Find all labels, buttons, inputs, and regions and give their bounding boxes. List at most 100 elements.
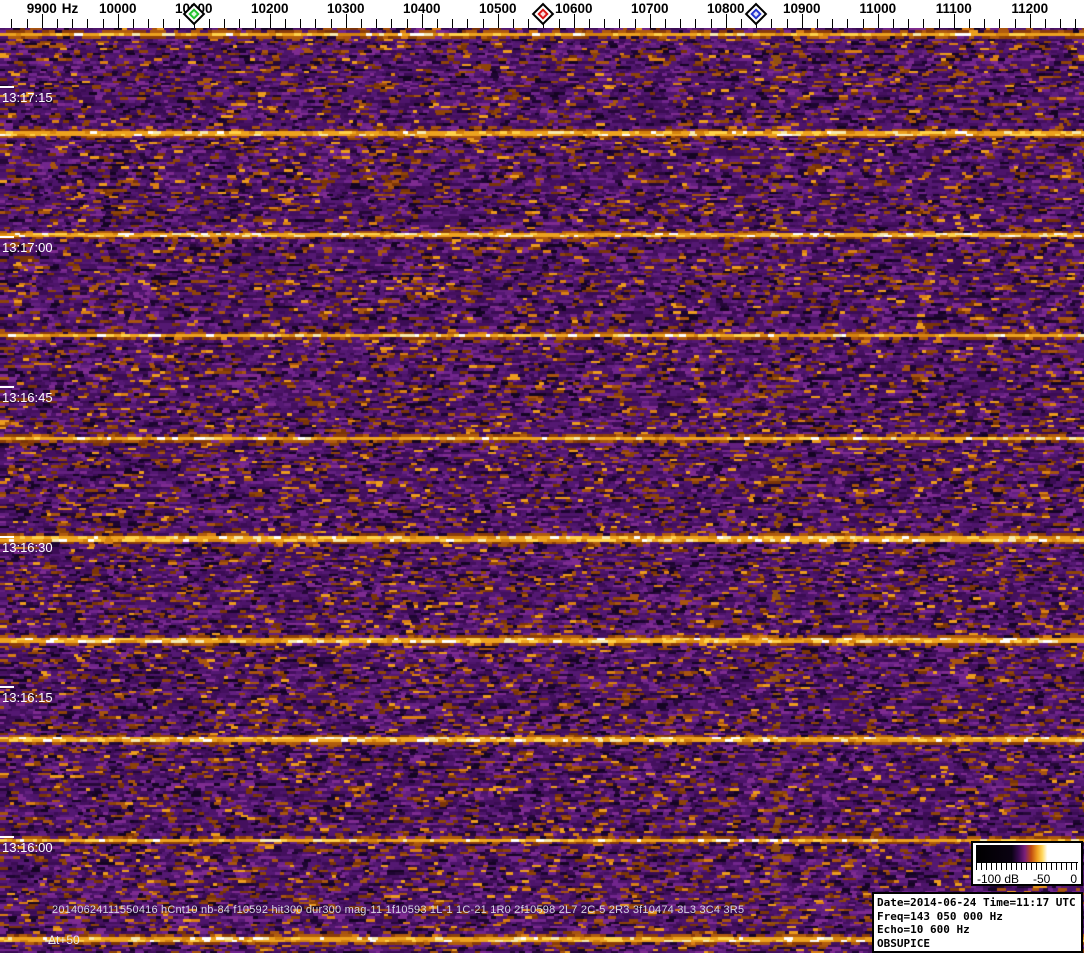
axis-major-tick — [41, 14, 43, 28]
axis-label: 10300 — [327, 1, 365, 16]
axis-minor-tick — [467, 19, 469, 28]
axis-minor-tick — [680, 19, 682, 28]
axis-minor-tick — [361, 19, 362, 28]
axis-minor-tick — [148, 19, 150, 28]
axis-minor-tick — [908, 19, 910, 28]
axis-minor-tick — [786, 19, 788, 28]
axis-minor-tick — [923, 19, 925, 28]
axis-minor-tick — [285, 19, 286, 28]
axis-minor-tick — [619, 19, 621, 28]
blue-freq-marker-icon[interactable] — [744, 2, 768, 26]
time-tick — [0, 86, 14, 88]
axis-major-tick — [953, 14, 955, 28]
legend-label-mid: -50 — [1033, 872, 1051, 886]
axis-minor-tick — [969, 19, 970, 28]
axis-minor-tick — [695, 19, 697, 28]
time-tick — [0, 536, 14, 538]
axis-label: 10800 — [707, 1, 745, 16]
axis-minor-tick — [26, 19, 28, 28]
axis-label: 10200 — [251, 1, 289, 16]
axis-minor-tick — [224, 19, 226, 28]
axis-minor-tick — [741, 19, 742, 28]
axis-minor-tick — [315, 19, 317, 28]
axis-minor-tick — [999, 19, 1001, 28]
spectrogram-canvas — [0, 28, 1084, 953]
axis-minor-tick — [209, 19, 210, 28]
axis-minor-tick — [1014, 19, 1016, 28]
station-info-box: Date=2014-06-24 Time=11:17 UTC Freq=143 … — [872, 892, 1083, 953]
axis-minor-tick — [72, 19, 74, 28]
time-label: 13:16:45 — [2, 390, 53, 405]
legend-tick-row — [976, 862, 1078, 872]
axis-minor-tick — [513, 19, 514, 28]
axis-minor-tick — [376, 19, 378, 28]
axis-major-tick — [497, 14, 499, 28]
axis-label: 10600 — [555, 1, 593, 16]
axis-label: 10400 — [403, 1, 441, 16]
legend-labels: -100 dB -50 0 — [973, 872, 1081, 886]
axis-minor-tick — [87, 19, 89, 28]
axis-label: 11000 — [859, 1, 897, 16]
red-freq-marker-icon[interactable] — [532, 2, 555, 26]
axis-label: 10500 — [479, 1, 517, 16]
axis-major-tick — [573, 14, 575, 28]
axis-minor-tick — [984, 19, 986, 28]
detection-info-text: 20140624111550416 hCnt10 nb-84 f10592 hi… — [52, 904, 745, 916]
axis-minor-tick — [254, 19, 256, 28]
axis-label: 9900 — [26, 1, 57, 16]
axis-label: 10900 — [783, 1, 821, 16]
legend-gradient-bar — [976, 845, 1078, 862]
time-tick — [0, 386, 14, 388]
meteor-spectrogram-app: 9900100001010010200103001040010500106001… — [0, 0, 1084, 953]
time-label: 13:17:00 — [2, 240, 53, 255]
legend-label-min: -100 dB — [977, 872, 1020, 886]
axis-minor-tick — [710, 19, 712, 28]
axis-minor-tick — [862, 19, 864, 28]
axis-minor-tick — [1075, 19, 1077, 28]
time-label: 13:17:15 — [2, 90, 53, 105]
info-line-station: OBSUPICE — [877, 936, 930, 950]
time-label: 13:16:15 — [2, 690, 53, 705]
axis-label: 11100 — [935, 1, 972, 16]
axis-minor-tick — [893, 19, 894, 28]
axis-minor-tick — [938, 19, 940, 28]
axis-minor-tick — [665, 19, 666, 28]
legend-label-max: 0 — [1070, 872, 1077, 886]
axis-minor-tick — [406, 19, 408, 28]
axis-minor-tick — [437, 19, 438, 28]
axis-minor-tick — [634, 19, 636, 28]
axis-major-tick — [649, 14, 651, 28]
axis-minor-tick — [239, 19, 241, 28]
axis-minor-tick — [771, 19, 773, 28]
axis-minor-tick — [847, 19, 849, 28]
axis-minor-tick — [452, 19, 454, 28]
time-tick — [0, 836, 14, 838]
intensity-legend: -100 dB -50 0 — [971, 841, 1083, 886]
axis-major-tick — [269, 14, 271, 28]
axis-minor-tick — [178, 19, 180, 28]
info-line-date: Date=2014-06-24 Time=11:17 UTC — [877, 896, 1076, 909]
axis-minor-tick — [817, 19, 818, 28]
info-line-freq: Freq=143 050 000 Hz — [877, 909, 1003, 923]
axis-minor-tick — [558, 19, 560, 28]
axis-major-tick — [801, 14, 803, 28]
axis-unit-label: Hz — [61, 1, 79, 16]
axis-label: 11200 — [1011, 1, 1049, 16]
axis-major-tick — [1029, 14, 1031, 28]
axis-major-tick — [117, 14, 119, 28]
axis-minor-tick — [391, 19, 393, 28]
axis-minor-tick — [482, 19, 484, 28]
time-label: 13:16:00 — [2, 840, 53, 855]
info-line-echo: Echo=10 600 Hz — [877, 923, 970, 936]
axis-minor-tick — [528, 19, 530, 28]
axis-major-tick — [421, 14, 423, 28]
time-tick — [0, 686, 14, 688]
axis-label: 10000 — [99, 1, 137, 16]
axis-minor-tick — [11, 19, 13, 28]
axis-major-tick — [877, 14, 879, 28]
time-label: 13:16:30 — [2, 540, 53, 555]
frequency-axis: 9900100001010010200103001040010500106001… — [0, 0, 1084, 28]
axis-minor-tick — [330, 19, 332, 28]
axis-minor-tick — [163, 19, 165, 28]
axis-major-tick — [345, 14, 347, 28]
